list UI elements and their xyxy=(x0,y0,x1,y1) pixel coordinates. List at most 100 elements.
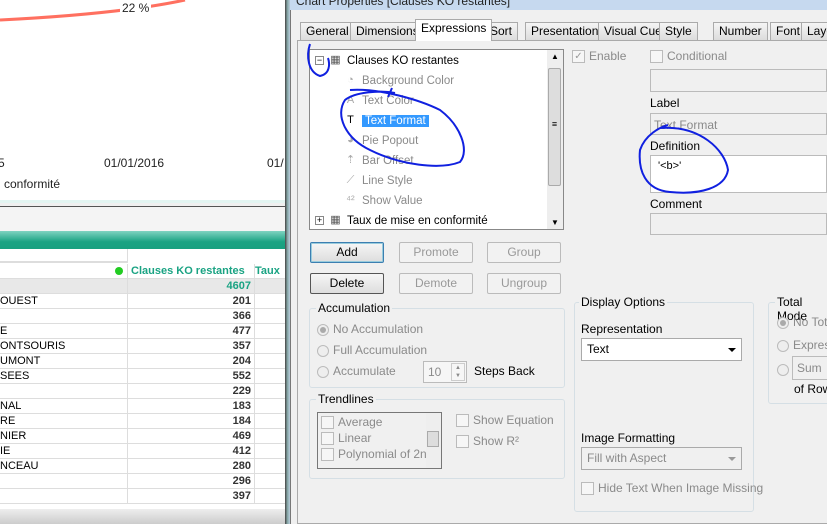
table-row-label[interactable]: SEES xyxy=(0,369,128,384)
hide-text-checkbox[interactable]: Hide Text When Image Missing xyxy=(581,481,763,496)
text-format-icon: T xyxy=(347,114,354,127)
tree-item[interactable]: T Text Format xyxy=(344,112,429,130)
line-style-icon: ⟋ xyxy=(346,174,355,187)
of-rows-label: of Row xyxy=(794,382,827,396)
group-button[interactable]: Group xyxy=(487,242,561,263)
line-chart: 22 % 5 01/01/2016 01/ conformité xyxy=(0,0,285,203)
table-row-label[interactable]: NCEAU xyxy=(0,459,128,474)
trendline-item[interactable]: Average xyxy=(321,415,382,430)
tree-item[interactable]: ⁴² Show Value xyxy=(344,192,422,210)
tab-style[interactable]: Style xyxy=(659,22,698,40)
table-row-label[interactable] xyxy=(0,309,128,324)
table-cell: 397 xyxy=(128,489,255,504)
sum-select[interactable]: Sum xyxy=(792,356,827,380)
table-cell: 366 xyxy=(128,309,255,324)
table-cell: 296 xyxy=(128,474,255,489)
tab-general[interactable]: General xyxy=(300,22,355,40)
tree-item[interactable]: + ▦ Taux de mise en conformité xyxy=(315,212,488,230)
trendline-item[interactable]: Polynomial of 2nd d xyxy=(321,447,441,462)
conditional-field[interactable] xyxy=(650,69,827,92)
tab-number[interactable]: Number xyxy=(713,22,768,40)
table-cell: 412 xyxy=(128,444,255,459)
table-cell: 201 xyxy=(128,294,255,309)
show-equation-checkbox[interactable]: Show Equation xyxy=(456,413,554,428)
x-tick: 01/01/2016 xyxy=(104,156,165,170)
x-tick: 01/ xyxy=(267,156,284,170)
column-header[interactable]: Clauses KO restantes xyxy=(128,264,255,279)
label-field[interactable]: Text Format xyxy=(650,113,827,135)
pie-icon: ◕ xyxy=(347,134,354,147)
tree-item[interactable]: ⟋ Line Style xyxy=(344,172,413,190)
expression-total-radio[interactable]: Express xyxy=(777,338,827,352)
table-row-label[interactable] xyxy=(0,474,128,489)
table-row-label[interactable]: OUEST xyxy=(0,294,128,309)
x-tick: 5 xyxy=(0,156,5,170)
column-header[interactable]: Taux xyxy=(255,264,285,279)
table-row-label[interactable] xyxy=(0,489,128,504)
data-label: 22 % xyxy=(120,1,152,15)
expression-tree[interactable]: − ▦ Clauses KO restantes ◔ Background Color A… xyxy=(309,49,564,230)
tree-item[interactable]: ◕ Pie Popout xyxy=(344,132,418,150)
show-value-icon: ⁴² xyxy=(346,194,355,207)
trendlines-list[interactable]: Average Linear Polynomial of 2nd d xyxy=(317,412,442,469)
sort-indicator[interactable] xyxy=(0,264,128,279)
tree-scrollbar[interactable]: ▲ ≡ ▼ xyxy=(547,50,563,229)
comment-field[interactable] xyxy=(650,213,827,235)
tree-item[interactable]: A Text Color xyxy=(344,92,414,110)
table-row-label[interactable]: NIER xyxy=(0,429,128,444)
tab-presentation[interactable]: Presentation xyxy=(525,22,605,40)
title-bar: Chart Properties [Clauses KO restantes] xyxy=(290,0,827,10)
tab-dimensions[interactable]: Dimensions xyxy=(350,22,425,40)
table-cell: 204 xyxy=(128,354,255,369)
table-row-label[interactable]: ONTSOURIS xyxy=(0,339,128,354)
add-button[interactable]: Add xyxy=(310,242,384,263)
table-cell: 469 xyxy=(128,429,255,444)
definition-title: Definition xyxy=(650,139,701,153)
accumulation-title: Accumulation xyxy=(316,301,393,315)
table-row-label[interactable]: NAL xyxy=(0,399,128,414)
trend-line xyxy=(0,0,186,22)
table-row-label[interactable]: RE xyxy=(0,414,128,429)
no-total-radio[interactable]: No Tota xyxy=(777,315,827,329)
delete-button[interactable]: Delete xyxy=(310,273,384,294)
representation-select[interactable]: Text xyxy=(581,338,742,361)
no-accumulation-radio[interactable]: No Accumulation xyxy=(317,322,423,336)
table-row-label[interactable]: IE xyxy=(0,444,128,459)
demote-button[interactable]: Demote xyxy=(399,273,473,294)
legend-label: conformité xyxy=(4,177,61,191)
definition-field[interactable]: '<b>' xyxy=(650,155,827,193)
table-cell: 184 xyxy=(128,414,255,429)
tree-item[interactable]: ◔ Background Color xyxy=(344,72,454,90)
tab-expressions[interactable]: Expressions xyxy=(415,19,493,41)
tab-layou[interactable]: Layou xyxy=(801,22,827,40)
table-row-label[interactable] xyxy=(0,384,128,399)
trendline-item[interactable]: Linear xyxy=(321,431,371,446)
table-cell: 280 xyxy=(128,459,255,474)
ungroup-button[interactable]: Ungroup xyxy=(487,273,561,294)
image-formatting-label: Image Formatting xyxy=(581,431,676,445)
tree-item[interactable]: − ▦ Clauses KO restantes xyxy=(315,52,459,70)
show-r2-checkbox[interactable]: Show R² xyxy=(456,434,519,449)
dialog-title: Chart Properties [Clauses KO restantes] xyxy=(296,0,511,8)
steps-back-label: Steps Back xyxy=(474,364,535,378)
image-formatting-select[interactable]: Fill with Aspect xyxy=(581,447,742,470)
horizontal-scrollbar[interactable] xyxy=(0,509,285,524)
tree-item[interactable]: ⇡ Bar Offset xyxy=(344,152,414,170)
accumulate-radio[interactable]: Accumulate xyxy=(317,364,396,378)
collapse-icon[interactable]: − xyxy=(315,56,324,66)
table-row-label[interactable]: E xyxy=(0,324,128,339)
full-accumulation-radio[interactable]: Full Accumulation xyxy=(317,343,427,357)
promote-button[interactable]: Promote xyxy=(399,242,473,263)
trendlines-title: Trendlines xyxy=(316,392,376,406)
sum-radio[interactable] xyxy=(777,362,793,376)
table-icon: ▦ xyxy=(330,214,341,227)
display-options-title: Display Options xyxy=(579,295,668,309)
palette-icon: ◔ xyxy=(347,74,354,87)
conditional-checkbox[interactable]: Conditional xyxy=(650,49,727,64)
steps-back-stepper[interactable]: 10 ▲ ▼ xyxy=(423,361,467,383)
label-title: Label xyxy=(650,96,680,110)
trendlines-scrollbar[interactable] xyxy=(426,413,441,468)
table-row-label[interactable]: UMONT xyxy=(0,354,128,369)
enable-checkbox[interactable]: ✓ Enable xyxy=(572,49,626,64)
expand-icon[interactable]: + xyxy=(315,216,324,226)
